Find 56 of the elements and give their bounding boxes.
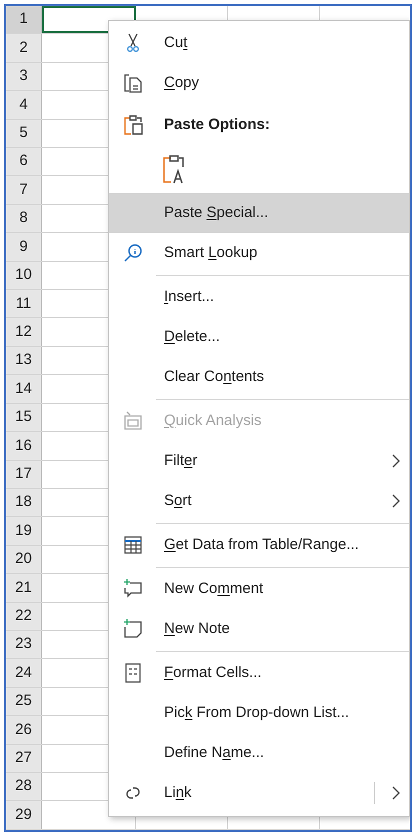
menu-item[interactable]: Clear Contents	[109, 357, 409, 397]
menu-item[interactable]: New Comment	[109, 569, 409, 609]
row-header[interactable]: 2	[6, 34, 42, 62]
menu-item[interactable]: Link	[109, 773, 409, 813]
row-header[interactable]: 14	[6, 375, 42, 403]
row-header[interactable]: 11	[6, 290, 42, 318]
menu-item[interactable]: Delete...	[109, 317, 409, 357]
chevron-right-icon	[391, 454, 401, 468]
menu-item[interactable]: Copy	[109, 63, 409, 103]
row-header[interactable]: 1	[6, 6, 42, 34]
row-header[interactable]: 22	[6, 602, 42, 630]
menu-item[interactable]: Get Data from Table/Range...	[109, 525, 409, 565]
row-header[interactable]: 5	[6, 120, 42, 148]
note-icon	[122, 618, 144, 640]
row-header[interactable]: 16	[6, 432, 42, 460]
menu-item[interactable]: Insert...	[109, 277, 409, 317]
menu-item[interactable]: Sort	[109, 481, 409, 521]
chevron-right-icon	[391, 494, 401, 508]
menu-item[interactable]: Pick From Drop-down List...	[109, 693, 409, 733]
row-header[interactable]: 20	[6, 546, 42, 574]
analysis-icon	[122, 410, 144, 432]
menu-item[interactable]: Format Cells...	[109, 653, 409, 693]
row-header[interactable]: 26	[6, 716, 42, 744]
copy-icon	[122, 72, 144, 94]
row-header[interactable]: 12	[6, 318, 42, 346]
row-header[interactable]: 10	[6, 262, 42, 290]
menu-item[interactable]: Filter	[109, 441, 409, 481]
row-header[interactable]: 25	[6, 688, 42, 716]
row-header[interactable]: 9	[6, 233, 42, 261]
comment-icon	[122, 578, 144, 600]
row-header[interactable]: 3	[6, 62, 42, 90]
paste-options-heading: Paste Options:	[164, 114, 270, 135]
row-header[interactable]: 13	[6, 346, 42, 374]
row-header[interactable]: 29	[6, 801, 42, 829]
row-header[interactable]: 6	[6, 148, 42, 176]
row-header[interactable]: 21	[6, 574, 42, 602]
row-header[interactable]: 4	[6, 91, 42, 119]
row-header[interactable]: 28	[6, 772, 42, 800]
row-header[interactable]: 7	[6, 176, 42, 204]
row-header[interactable]: 19	[6, 517, 42, 545]
clipboard-icon	[122, 114, 144, 136]
menu-item[interactable]: Paste Special...	[109, 193, 409, 233]
row-header[interactable]: 15	[6, 404, 42, 432]
row-header[interactable]: 27	[6, 744, 42, 772]
menu-item[interactable]: Define Name...	[109, 733, 409, 773]
row-header[interactable]: 24	[6, 659, 42, 687]
row-header[interactable]: 23	[6, 630, 42, 658]
table-icon	[122, 534, 144, 556]
chevron-right-icon	[391, 786, 401, 800]
menu-item[interactable]: Cut	[109, 23, 409, 63]
menu-item[interactable]: New Note	[109, 609, 409, 649]
row-header[interactable]: 17	[6, 460, 42, 488]
row-header[interactable]: 8	[6, 204, 42, 232]
search-icon	[122, 242, 144, 264]
menu-item[interactable]: Smart Lookup	[109, 233, 409, 273]
row-header[interactable]: 18	[6, 488, 42, 516]
